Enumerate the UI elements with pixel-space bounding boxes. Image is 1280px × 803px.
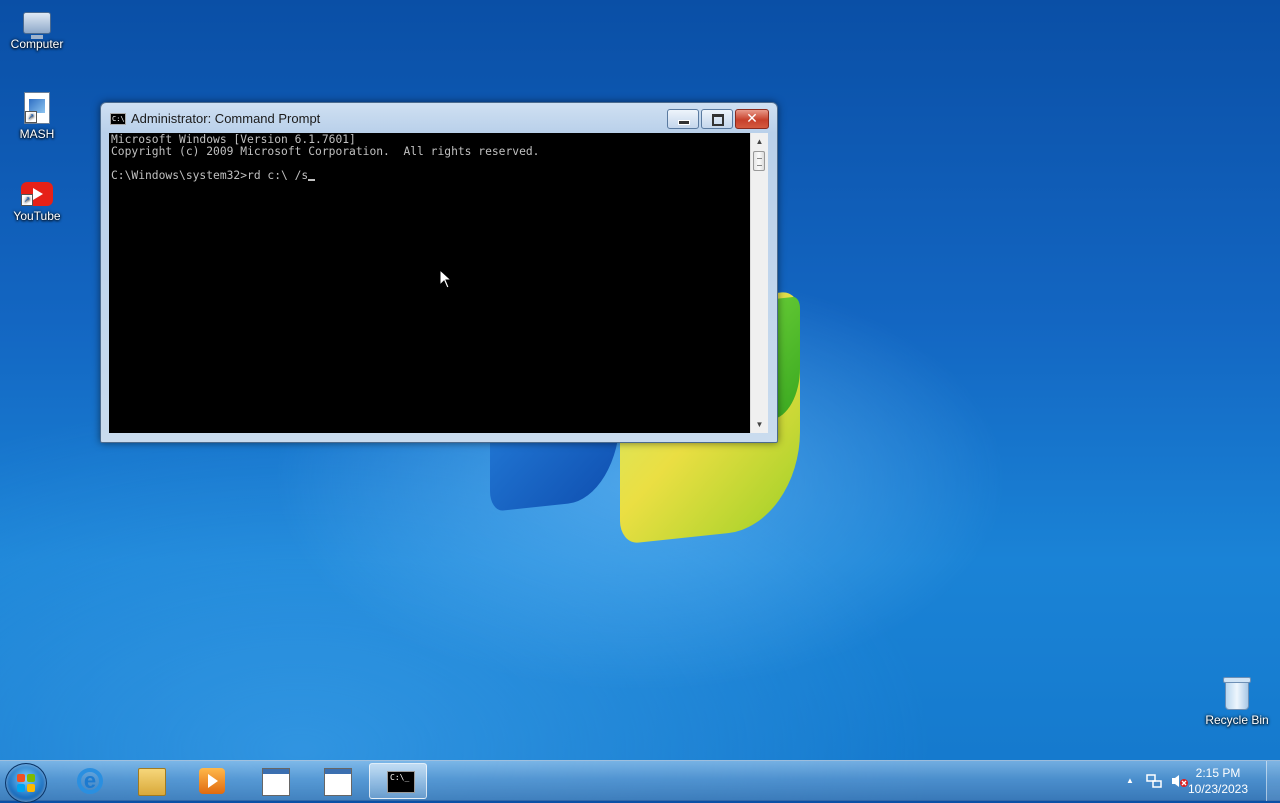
- window-titlebar[interactable]: C:\ Administrator: Command Prompt ✕: [101, 103, 777, 133]
- close-button[interactable]: ✕: [735, 109, 769, 129]
- system-clock[interactable]: 2:15 PM 10/23/2023: [1178, 765, 1258, 797]
- taskbar-internet-explorer[interactable]: e: [60, 763, 118, 799]
- scroll-up-icon[interactable]: ▲: [751, 133, 768, 150]
- clock-date: 10/23/2023: [1187, 782, 1249, 796]
- text-cursor: [308, 179, 316, 181]
- start-button[interactable]: [5, 763, 47, 803]
- command-prompt-icon: C:\_: [387, 771, 415, 793]
- taskbar-app-window-2[interactable]: [307, 763, 365, 799]
- youtube-icon: ↗: [21, 182, 53, 206]
- minimize-icon: [678, 120, 690, 125]
- maximize-icon: [712, 114, 724, 126]
- folder-icon: [138, 768, 166, 796]
- console-line: Copyright (c) 2009 Microsoft Corporation…: [111, 145, 540, 158]
- application-window-icon: [324, 768, 352, 796]
- windows-flag-icon: [17, 774, 35, 792]
- computer-icon: [23, 12, 51, 39]
- desktop-icon-label: Computer: [10, 37, 64, 51]
- taskbar: e C:\_ ▲ 2:15 PM 10/23/2023: [0, 760, 1280, 803]
- caption-buttons: ✕: [665, 109, 769, 129]
- scroll-thumb[interactable]: [753, 151, 765, 171]
- document-shortcut-icon: ↗: [24, 92, 50, 124]
- show-desktop-button[interactable]: [1266, 761, 1280, 801]
- close-icon: ✕: [746, 110, 758, 126]
- maximize-button[interactable]: [701, 109, 733, 129]
- vertical-scrollbar[interactable]: ▲ ▼: [750, 133, 768, 433]
- desktop-icon-label: Recycle Bin: [1205, 713, 1269, 727]
- desktop-icon-computer[interactable]: Computer: [0, 6, 74, 51]
- desktop-icon-recycle-bin[interactable]: Recycle Bin: [1200, 677, 1274, 727]
- desktop-icon-label: YouTube: [13, 209, 61, 223]
- recycle-bin-icon: [1223, 677, 1251, 710]
- console-command: C:\Windows\system32>rd c:\ /s: [111, 169, 309, 182]
- console-prompt-line: C:\Windows\system32>rd c:\ /s: [111, 170, 748, 182]
- mouse-pointer-icon: [439, 269, 453, 289]
- window-title: Administrator: Command Prompt: [131, 111, 321, 126]
- desktop-icon-youtube[interactable]: ↗ YouTube: [0, 176, 74, 223]
- taskbar-app-window-1[interactable]: [245, 763, 303, 799]
- scroll-down-icon[interactable]: ▼: [751, 416, 768, 433]
- console-output[interactable]: Microsoft Windows [Version 6.1.7601] Copy…: [109, 133, 750, 433]
- minimize-button[interactable]: [667, 109, 699, 129]
- taskbar-media-player[interactable]: [182, 763, 240, 799]
- desktop-icon-label: MASH: [19, 127, 55, 141]
- show-hidden-icons-button[interactable]: ▲: [1126, 776, 1134, 785]
- taskbar-command-prompt[interactable]: C:\_: [369, 763, 427, 799]
- clock-time: 2:15 PM: [1195, 766, 1241, 780]
- media-player-icon: [199, 768, 225, 794]
- network-icon[interactable]: [1146, 773, 1162, 789]
- command-prompt-icon[interactable]: C:\: [110, 113, 126, 125]
- internet-explorer-icon: e: [77, 768, 103, 794]
- desktop-icon-mash[interactable]: ↗ MASH: [0, 92, 74, 141]
- application-window-icon: [262, 768, 290, 796]
- taskbar-file-explorer[interactable]: [121, 763, 179, 799]
